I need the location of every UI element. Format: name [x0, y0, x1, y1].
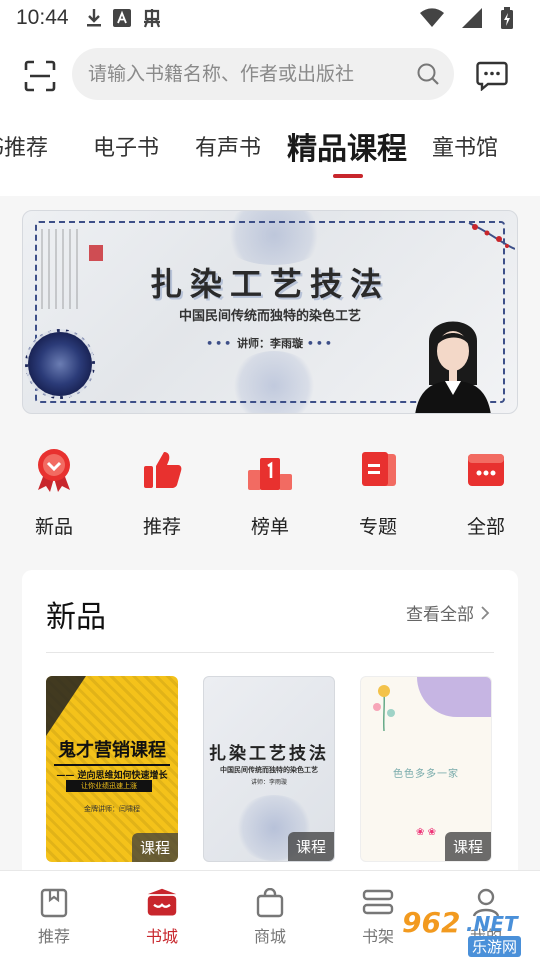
course-card[interactable]: 色色多多一家 ❀ ❀ 课程	[360, 676, 492, 862]
cover-teacher: 讲师：李雨璇	[250, 779, 287, 786]
wifi-icon	[420, 7, 444, 29]
search-input[interactable]	[88, 63, 416, 85]
banner-dots-left: •••	[206, 337, 234, 350]
plum-branch-icon	[468, 222, 515, 250]
status-bar: 10:44	[0, 0, 540, 36]
chevron-right-icon	[481, 605, 490, 620]
cover-title: 色色多多一家	[393, 769, 459, 780]
watermark-suffix: .NET	[466, 912, 518, 936]
course-tag: 课程	[444, 832, 491, 861]
flower-icon	[373, 685, 395, 731]
chat-bubble-icon	[476, 61, 508, 91]
category-tabs: 书推荐 电子书 有声书 精品课程 童书馆	[0, 122, 540, 182]
cover-title: 鬼才营销课程	[58, 740, 166, 761]
shortcut-all[interactable]: 全部	[432, 440, 540, 550]
nav-recommend[interactable]: 推荐	[0, 871, 108, 960]
cover-pill: 让你业绩迅速上涨	[66, 780, 152, 792]
nav-mall[interactable]: 商城	[216, 871, 324, 960]
cover-lecturer: 金牌讲师：闫啸程	[84, 805, 140, 813]
banner-dots-right: •••	[306, 337, 334, 350]
cover-title: 扎染工艺技法	[209, 744, 329, 764]
course-card[interactable]: 鬼才营销课程 —— 逆向思维如何快速增长销量 让你业绩迅速上涨 金牌讲师：闫啸程…	[46, 676, 178, 862]
cover-color-blob	[417, 677, 491, 717]
view-all-label: 查看全部	[406, 605, 474, 625]
shortcut-label: 专题	[358, 516, 397, 538]
active-tab-indicator	[333, 174, 363, 178]
shortcut-ranking[interactable]: 榜单	[216, 440, 324, 550]
shortcut-recommend[interactable]: 推荐	[108, 440, 216, 550]
tab-children-books[interactable]: 童书馆	[432, 130, 498, 162]
cover-subtitle: 中国民间传统而独特的染色工艺	[220, 765, 318, 774]
shortcut-label: 推荐	[142, 516, 181, 538]
course-tag: 课程	[131, 833, 178, 862]
more-dots-icon	[462, 446, 510, 494]
battery-charging-icon	[500, 7, 514, 29]
tab-premium-courses[interactable]: 精品课程	[287, 124, 407, 168]
bookmark-book-icon	[38, 887, 70, 919]
shortcut-label: 榜单	[250, 516, 289, 538]
nav-label: 推荐	[37, 927, 70, 946]
shortcut-label: 新品	[34, 516, 73, 538]
shopping-bag-icon	[254, 887, 286, 919]
watermark-site: 乐游网	[468, 936, 522, 957]
teacher-portrait	[415, 321, 491, 413]
section-title: 新品	[46, 600, 106, 635]
shortcut-new[interactable]: 新品	[0, 440, 108, 550]
bookshelf-icon	[362, 887, 394, 919]
course-banner[interactable]: 扎染工艺技法 中国民间传统而独特的染色工艺 ••• 讲师：李雨璇 •••	[22, 210, 518, 414]
signal-icon	[462, 7, 482, 29]
search-icon[interactable]	[416, 62, 440, 86]
bookstore-icon	[146, 887, 178, 919]
nav-label: 书架	[361, 927, 394, 946]
nav-label: 商城	[253, 927, 286, 946]
section-divider	[46, 652, 494, 653]
font-a-icon	[112, 7, 131, 29]
site-watermark: 962 .NET 乐游网	[398, 906, 538, 960]
tab-ebook[interactable]: 电子书	[93, 130, 159, 162]
scan-button[interactable]	[20, 56, 60, 96]
banner-title: 扎染工艺技法	[149, 265, 390, 303]
banner-teacher-name: 讲师：李雨璇	[237, 337, 303, 350]
award-ribbon-icon	[30, 446, 78, 494]
tab-book-recommend[interactable]: 书推荐	[0, 130, 48, 162]
message-button[interactable]	[472, 56, 512, 96]
download-icon	[85, 7, 103, 29]
new-products-section: 新品 查看全部 鬼才营销课程 —— 逆向思维如何快速增长销量 让你业绩迅速上涨 …	[22, 570, 518, 890]
nav-bookstore[interactable]: 书城	[108, 871, 216, 960]
bug-icon	[141, 7, 163, 29]
category-shortcuts: 新品 推荐 榜单 专题 全部	[0, 440, 540, 550]
tab-audiobook[interactable]: 有声书	[195, 130, 261, 162]
search-bar[interactable]	[72, 48, 454, 100]
header: 书推荐 电子书 有声书 精品课程 童书馆	[0, 36, 540, 196]
thumbs-up-icon	[138, 446, 186, 494]
scan-icon	[24, 60, 56, 92]
nav-label: 书城	[145, 927, 178, 946]
course-card[interactable]: 扎染工艺技法 中国民间传统而独特的染色工艺 讲师：李雨璇 课程	[203, 676, 335, 862]
document-stack-icon	[354, 446, 402, 494]
watermark-brand: 962	[402, 906, 461, 939]
shortcut-topics[interactable]: 专题	[324, 440, 432, 550]
course-tag: 课程	[287, 832, 334, 861]
shortcut-label: 全部	[466, 516, 505, 538]
view-all-link[interactable]: 查看全部	[406, 600, 490, 625]
podium-icon	[246, 446, 294, 494]
status-time: 10:44	[16, 6, 69, 29]
